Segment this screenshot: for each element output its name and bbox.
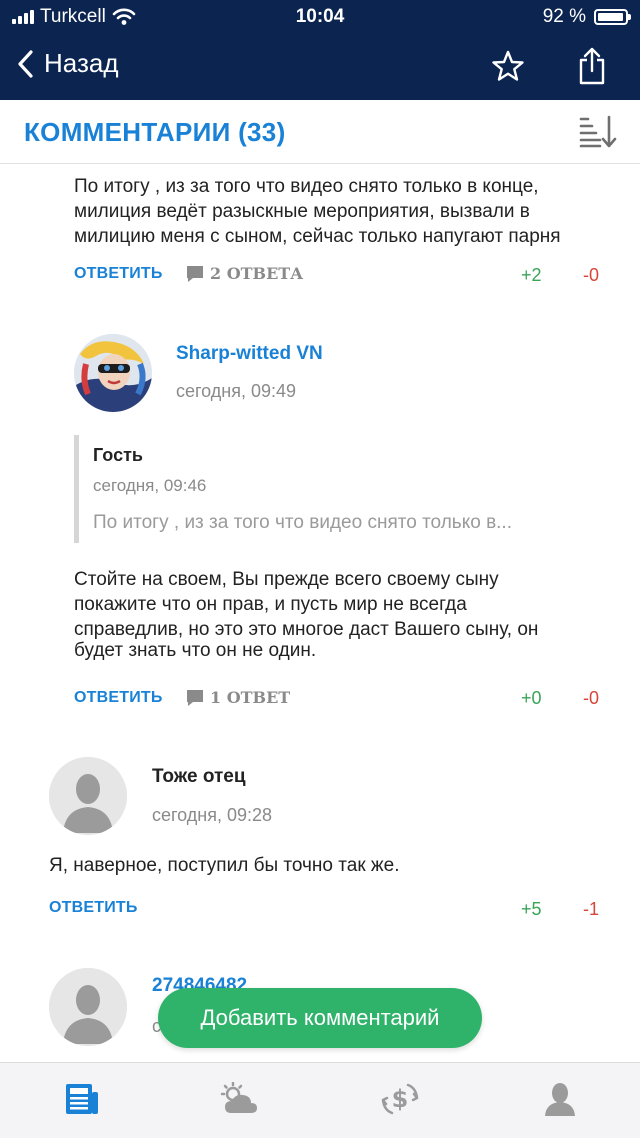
- comment-text-line: милиция ведёт разыскные мероприятия, выз…: [74, 201, 530, 222]
- comment-bubble-icon: [187, 265, 203, 282]
- comment-author[interactable]: Sharp-witted VN: [176, 343, 323, 365]
- dislike-button[interactable]: -0: [583, 265, 599, 286]
- avatar-image: [74, 334, 152, 412]
- dislike-button[interactable]: -1: [583, 899, 599, 920]
- back-button[interactable]: Назад: [16, 48, 119, 79]
- navbar: Назад: [0, 36, 640, 96]
- comment-author[interactable]: Тоже отец: [152, 766, 246, 788]
- battery-percent: 92 %: [542, 6, 586, 27]
- chevron-left-icon: [18, 49, 33, 78]
- favorite-button[interactable]: [488, 46, 528, 86]
- reply-button[interactable]: ОТВЕТИТЬ: [49, 899, 138, 917]
- share-button[interactable]: [572, 46, 612, 86]
- tab-weather[interactable]: [216, 1077, 264, 1121]
- currency-icon: $: [381, 1083, 419, 1115]
- comment-text-line: милицию меня с сыном, сейчас только напу…: [74, 226, 561, 247]
- back-label: Назад: [44, 48, 119, 78]
- page-title: КОММЕНТАРИИ (33): [24, 117, 286, 147]
- like-button[interactable]: +5: [521, 899, 542, 920]
- share-icon: [579, 47, 605, 85]
- avatar[interactable]: [49, 757, 127, 835]
- tab-news[interactable]: [58, 1077, 106, 1121]
- like-button[interactable]: +2: [521, 265, 542, 286]
- comment-text-line: покажите что он прав, и пусть мир не все…: [74, 594, 467, 615]
- answers-button[interactable]: 1 ОТВЕТ: [186, 688, 290, 707]
- default-avatar-icon: [49, 968, 127, 1046]
- sort-icon: [579, 115, 617, 148]
- add-comment-button[interactable]: Добавить комментарий: [158, 988, 482, 1048]
- tab-profile[interactable]: [536, 1077, 584, 1121]
- comment-date: сегодня, 09:49: [176, 381, 297, 401]
- weather-icon: [220, 1082, 257, 1113]
- status-bar: Turkcell 10:04 92 %: [0, 0, 640, 34]
- comments-header: КОММЕНТАРИИ (33): [0, 100, 640, 164]
- svg-text:$: $: [392, 1085, 409, 1113]
- news-icon: [66, 1084, 98, 1114]
- answers-button[interactable]: 2 ОТВЕТА: [186, 264, 303, 283]
- quoted-comment[interactable]: Гость сегодня, 09:46 По итогу , из за то…: [74, 435, 614, 543]
- comment-text-line: будет знать что он не один.: [74, 640, 317, 661]
- avatar[interactable]: [49, 968, 127, 1046]
- comment-bubble-icon: [187, 689, 203, 706]
- answers-label: 2 ОТВЕТА: [210, 264, 304, 283]
- comment-text-line: По итогу , из за того что видео снято то…: [74, 176, 539, 197]
- battery-icon: [594, 9, 631, 25]
- tab-currency[interactable]: $: [376, 1077, 424, 1121]
- default-avatar-icon: [49, 757, 127, 835]
- top-bar: Turkcell 10:04 92 % Назад: [0, 0, 640, 100]
- quote-author: Гость: [93, 445, 143, 465]
- avatar[interactable]: [74, 334, 152, 412]
- quote-date: сегодня, 09:46: [93, 476, 207, 495]
- quote-text: По итогу , из за того что видео снято то…: [93, 512, 512, 533]
- comment-date: сегодня, 09:28: [152, 805, 273, 825]
- reply-button[interactable]: ОТВЕТИТЬ: [74, 689, 163, 707]
- profile-icon: [545, 1083, 575, 1116]
- tab-bar: $: [0, 1062, 640, 1138]
- comment-text-line: Я, наверное, поступил бы точно так же.: [49, 855, 400, 876]
- comments-list: По итогу , из за того что видео снято то…: [0, 165, 640, 1062]
- comment-text-line: Стойте на своем, Вы прежде всего своему …: [74, 569, 499, 590]
- star-icon: [492, 50, 524, 81]
- reply-button[interactable]: ОТВЕТИТЬ: [74, 265, 163, 283]
- sort-button[interactable]: [578, 114, 618, 150]
- like-button[interactable]: +0: [521, 688, 542, 709]
- dislike-button[interactable]: -0: [583, 688, 599, 709]
- answers-label: 1 ОТВЕТ: [210, 688, 291, 707]
